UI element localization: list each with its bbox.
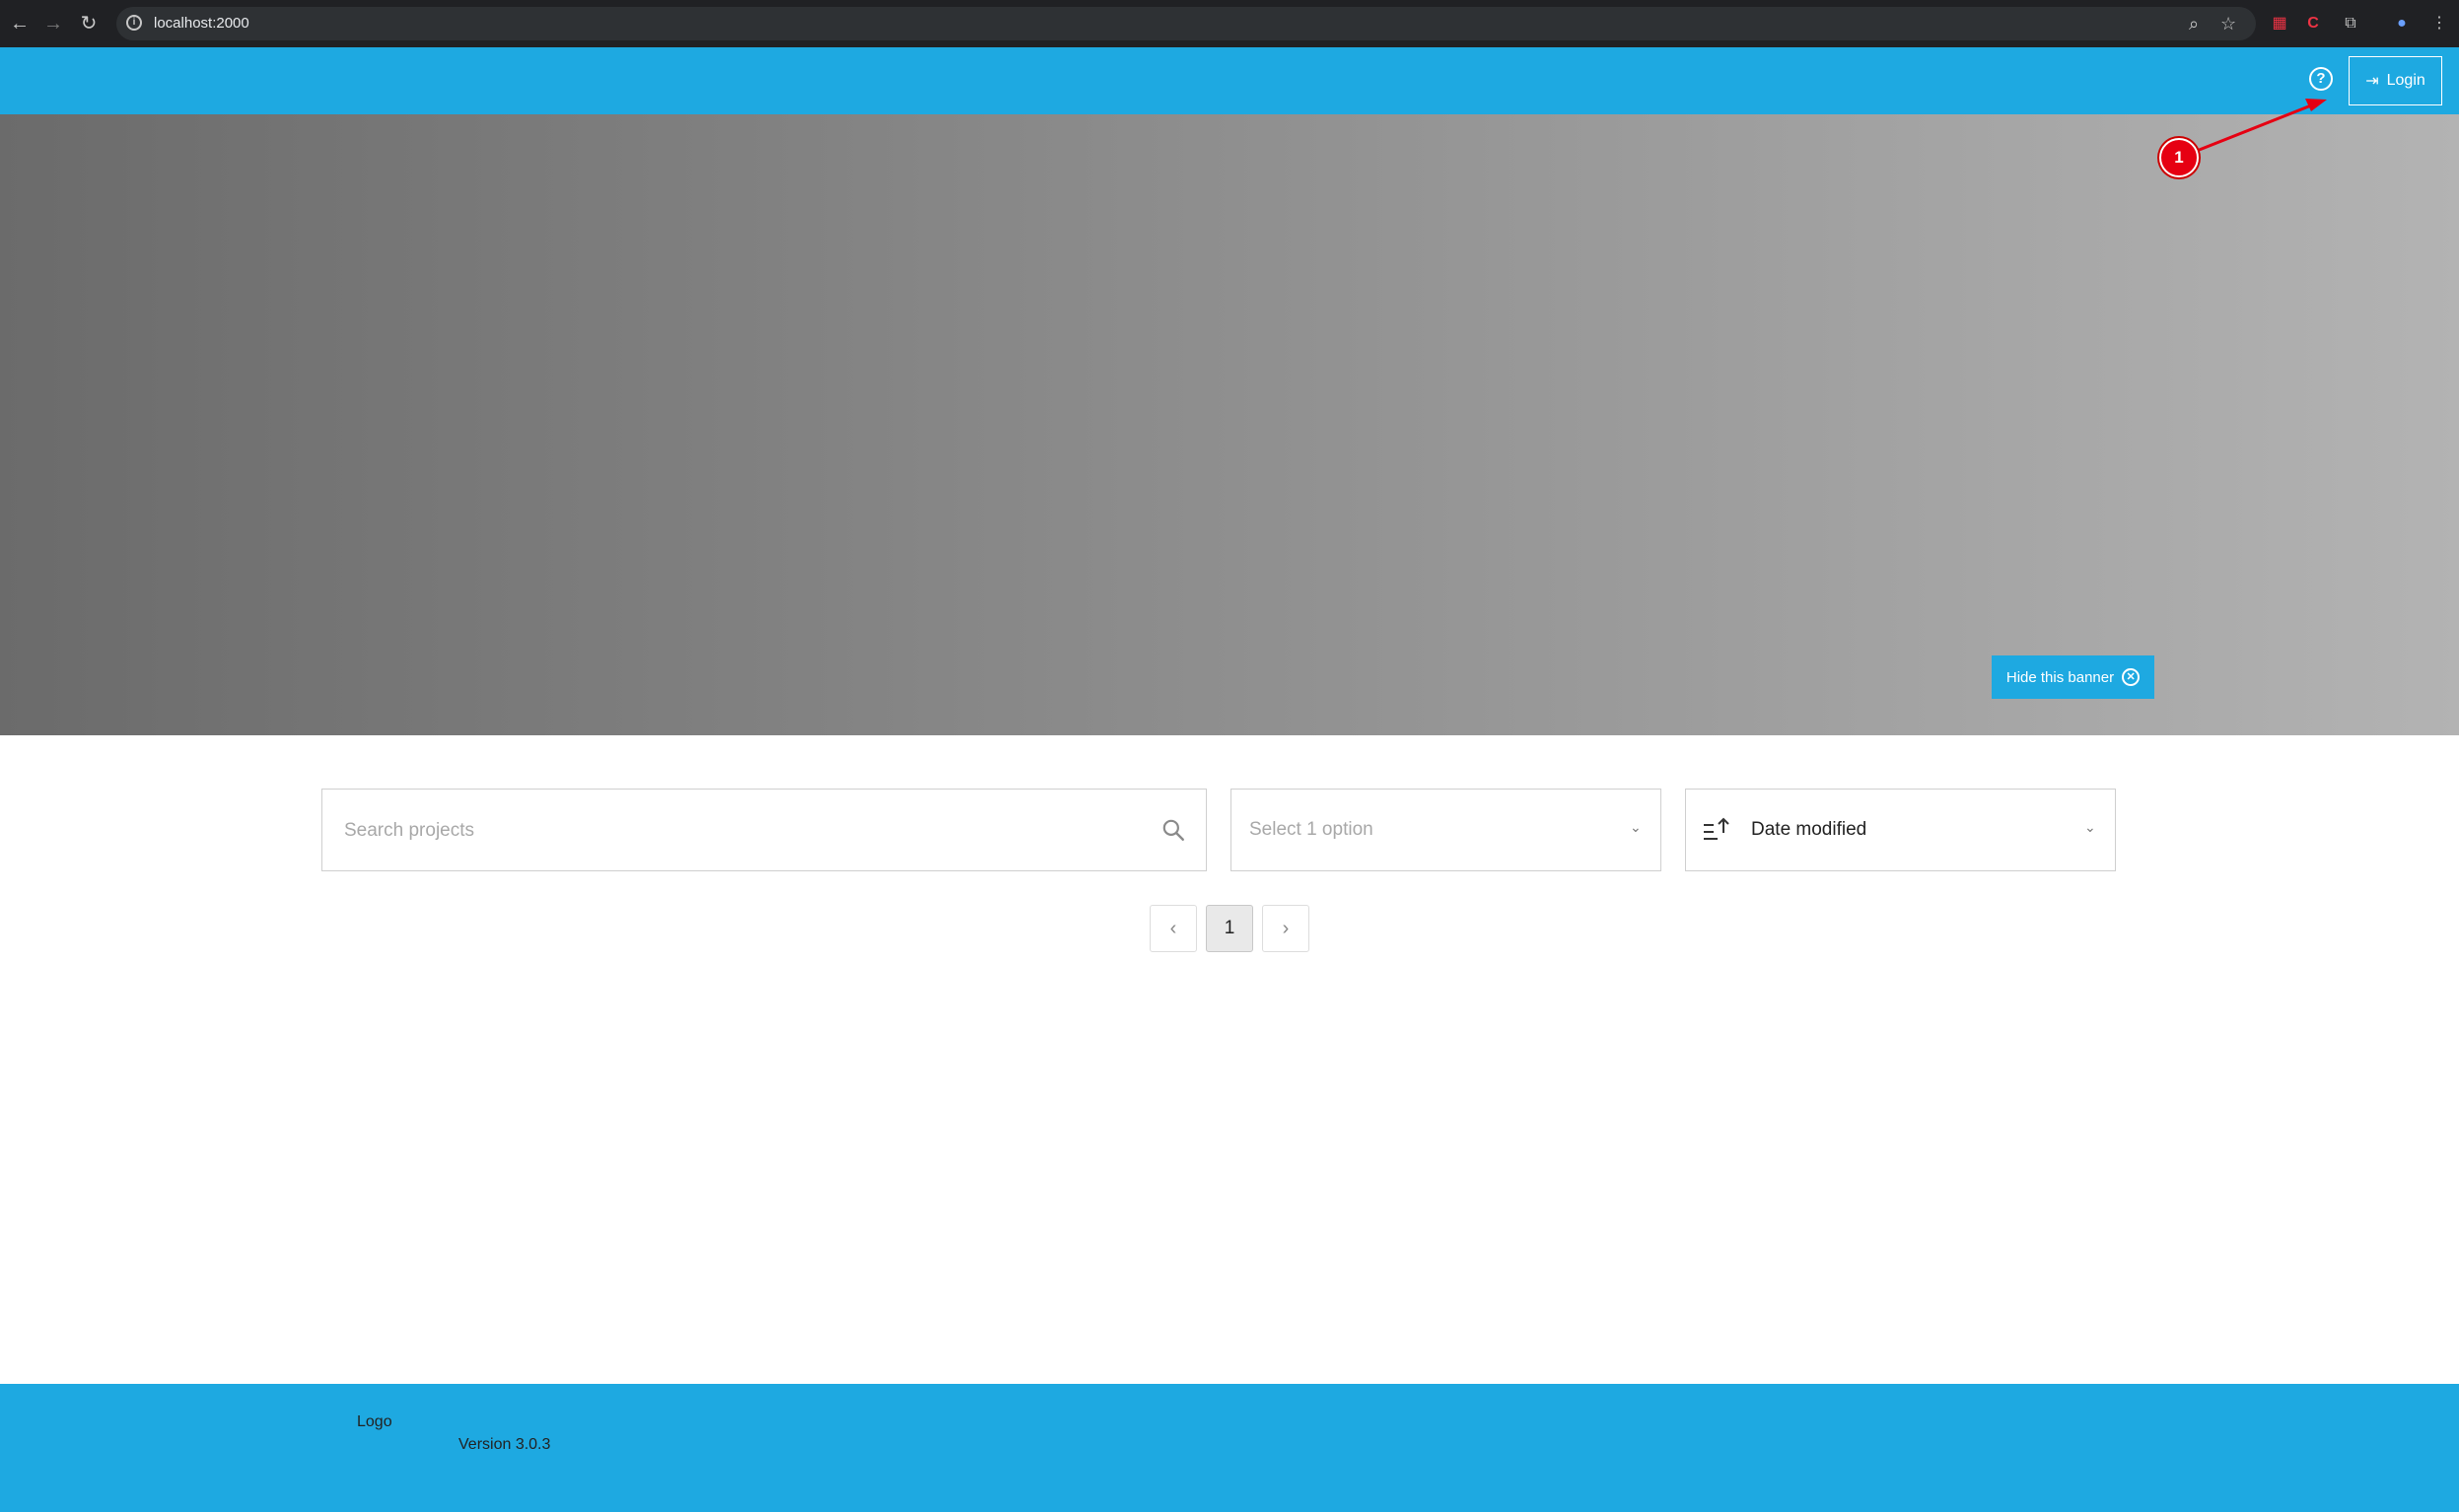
search-field[interactable] xyxy=(321,789,1207,871)
close-circle-icon: ✕ xyxy=(2122,668,2141,686)
select-placeholder: Select 1 option xyxy=(1249,819,1373,840)
profile-avatar-icon[interactable]: ● xyxy=(2390,12,2414,35)
site-info-icon[interactable]: i xyxy=(126,15,142,31)
hide-banner-button[interactable]: Hide this banner ✕ xyxy=(1992,655,2154,699)
back-arrow-icon[interactable]: ← xyxy=(8,12,32,35)
login-label: Login xyxy=(2386,72,2425,89)
address-bar[interactable]: i localhost:2000 ⌕ ☆ xyxy=(116,7,2256,40)
sort-label: Date modified xyxy=(1751,819,1867,840)
extension-c-icon[interactable]: C xyxy=(2301,12,2325,35)
footer-logo[interactable]: Logo xyxy=(357,1413,392,1431)
next-page-button[interactable]: › xyxy=(1262,905,1309,952)
star-icon[interactable]: ☆ xyxy=(2220,15,2236,33)
hide-banner-label: Hide this banner xyxy=(2005,668,2115,686)
chevron-down-icon: ⌄ xyxy=(1630,819,1642,835)
sort-ascending-icon xyxy=(1704,817,1729,840)
page-1-button[interactable]: 1 xyxy=(1206,905,1253,952)
category-select[interactable]: Select 1 option ⌄ xyxy=(1230,789,1661,871)
url-text[interactable]: localhost:2000 xyxy=(154,15,249,32)
login-button[interactable]: ⇥ Login xyxy=(2349,56,2442,105)
extension-calendar-icon[interactable]: ▦ xyxy=(2268,12,2291,35)
kebab-menu-icon[interactable]: ⋮ xyxy=(2427,12,2451,35)
reload-icon[interactable]: ↻ xyxy=(77,12,101,35)
sort-select[interactable]: Date modified ⌄ xyxy=(1685,789,2116,871)
search-input[interactable] xyxy=(342,815,1115,847)
annotation-badge: 1 xyxy=(2159,138,2199,177)
footer xyxy=(0,1384,2459,1512)
version-text: Version 3.0.3 xyxy=(458,1436,551,1453)
hero-banner xyxy=(0,114,2459,735)
chevron-down-icon: ⌄ xyxy=(2084,819,2096,835)
app-header xyxy=(0,47,2459,114)
login-icon: ⇥ xyxy=(2365,73,2379,90)
forward-arrow-icon[interactable]: → xyxy=(41,12,65,35)
prev-page-button[interactable]: ‹ xyxy=(1150,905,1197,952)
logo-alt-text: Logo xyxy=(357,1413,392,1430)
help-icon[interactable]: ? xyxy=(2309,67,2333,91)
puzzle-icon[interactable]: ⧉ xyxy=(2339,12,2362,35)
search-icon[interactable] xyxy=(1160,817,1186,843)
zoom-icon[interactable]: ⌕ xyxy=(2189,15,2199,33)
browser-toolbar: ← → ↻ i localhost:2000 ⌕ ☆ ▦ C ⧉ ● ⋮ xyxy=(0,0,2459,48)
